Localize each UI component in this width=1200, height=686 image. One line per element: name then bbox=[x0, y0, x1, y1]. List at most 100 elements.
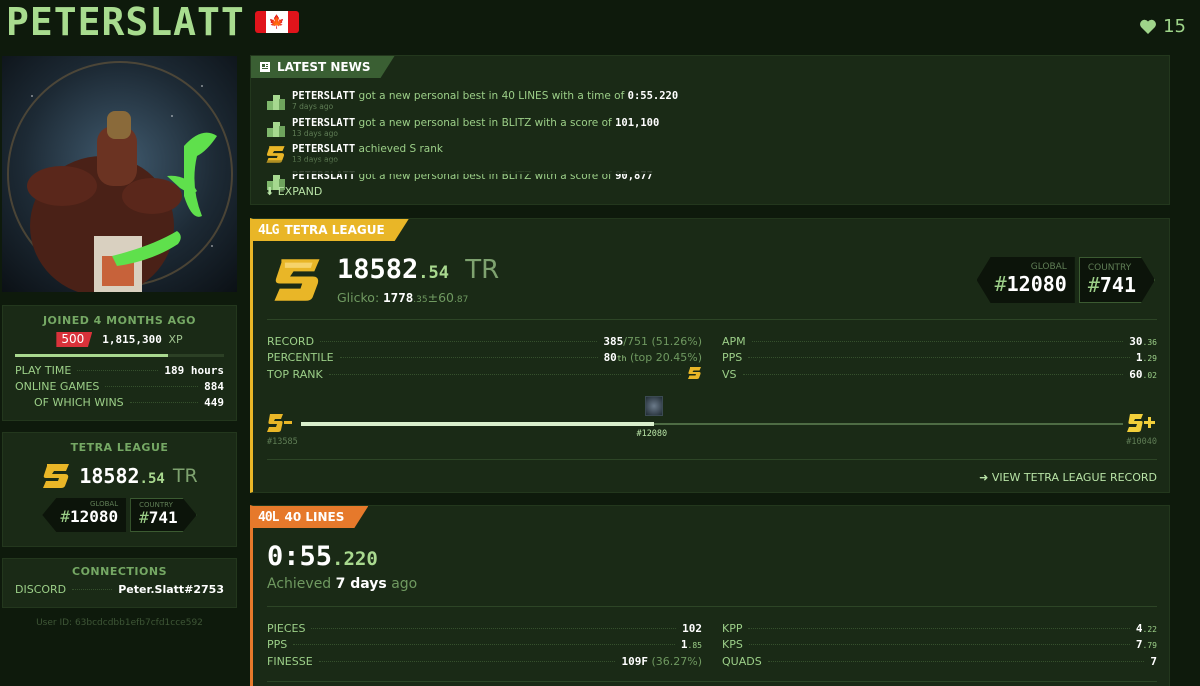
stat-value-dec: .02 bbox=[1142, 370, 1157, 380]
league-mode-icon: 4LG bbox=[258, 222, 279, 238]
news-user[interactable]: PETERSLATT bbox=[292, 117, 355, 129]
stat-value-dec: .36 bbox=[1142, 337, 1157, 347]
league-country-label: COUNTRY bbox=[1087, 263, 1132, 273]
stat-row: RECORD 385/751 (51.26%) bbox=[267, 333, 702, 350]
avatar-image bbox=[7, 61, 233, 292]
stat-row: FINESSE 109F (36.27%) bbox=[267, 653, 702, 670]
expand-label: EXPAND bbox=[277, 185, 323, 198]
stat-value: 30.36 bbox=[1129, 335, 1157, 348]
s-plus-rank-icon bbox=[1127, 414, 1155, 432]
xp-progress-fill bbox=[15, 354, 168, 357]
latest-news-card: LATEST NEWS PETERSLATT got a new persona… bbox=[250, 55, 1170, 205]
league-summary-heading: TETRA LEAGUE bbox=[70, 441, 169, 454]
canada-flag-icon: 🍁 bbox=[254, 11, 299, 33]
stat-label: PERCENTILE bbox=[267, 351, 334, 365]
news-mode: BLITZ bbox=[501, 116, 532, 129]
sprint-stats: PIECES 102 PPS 1.85 FINESSE 109F (36.27%) KPP… bbox=[267, 620, 1157, 670]
sprint-tag: 40L 40 LINES bbox=[250, 506, 368, 528]
view-league-record-link[interactable]: ➜ VIEW TETRA LEAGUE RECORD bbox=[979, 471, 1157, 484]
stat-value: 109F (36.27%) bbox=[621, 655, 702, 668]
s-minus-rank-icon bbox=[267, 414, 292, 432]
xp-value: 1,815,300 XP bbox=[102, 333, 182, 346]
stat-value: 4.22 bbox=[1136, 622, 1157, 635]
stat-label: PPS bbox=[267, 638, 288, 652]
news-item[interactable]: PETERSLATT got a new personal best in 40… bbox=[265, 90, 1155, 117]
league-summary-placements: GLOBAL #12080 COUNTRY #741 bbox=[13, 498, 226, 532]
glicko-int: 1778 bbox=[383, 290, 414, 305]
sprint-time: 0:55.220 bbox=[267, 541, 378, 572]
league-summary-panel[interactable]: TETRA LEAGUE 18582.54 TR GLOBAL #12080 C… bbox=[2, 432, 237, 547]
tetra-league-card: 4LG TETRA LEAGUE 18582.54 TR Glicko: 177… bbox=[250, 218, 1170, 493]
rd-dec: .87 bbox=[453, 295, 469, 305]
achieved-suffix: ago bbox=[386, 576, 418, 592]
heart-icon bbox=[1140, 19, 1157, 34]
news-text-tail: rank bbox=[416, 143, 443, 155]
dotted-leader bbox=[767, 660, 1145, 662]
dotted-leader bbox=[318, 660, 616, 662]
news-text-mid: got a new personal best in bbox=[355, 116, 502, 129]
league-tr: 18582.54 TR bbox=[337, 255, 499, 288]
stat-value-dec: .85 bbox=[687, 641, 702, 651]
user-id: User ID: 63bcdcdbb1efb7cfd1cce592 bbox=[36, 618, 203, 628]
profile-stat-value: 189 hours bbox=[164, 363, 224, 377]
news-item-body: PETERSLATT got a new personal best in 40… bbox=[292, 90, 678, 117]
dotted-leader bbox=[320, 340, 598, 342]
sprint-divider-bottom bbox=[267, 681, 1157, 682]
expand-news-button[interactable]: ⬇ EXPAND bbox=[265, 185, 322, 198]
stat-value-int: 4 bbox=[1135, 621, 1143, 635]
profile-stat-row: OF WHICH WINS 449 bbox=[15, 394, 224, 410]
stat-row: VS 60.02 bbox=[722, 366, 1157, 383]
news-user[interactable]: PETERSLATT bbox=[292, 143, 355, 155]
avatar[interactable] bbox=[2, 56, 237, 292]
stat-value: 80th (top 20.45%) bbox=[604, 351, 702, 364]
profile-stat-label: PLAY TIME bbox=[15, 363, 72, 377]
prev-rank-position: #13585 bbox=[267, 437, 298, 447]
news-value: 0:55.220 bbox=[627, 90, 679, 102]
trophy-icon bbox=[267, 95, 285, 110]
dotted-leader bbox=[748, 644, 1130, 646]
news-text-mid: achieved bbox=[355, 143, 410, 155]
trophy-icon bbox=[267, 121, 285, 137]
arrow-right-icon: ➜ bbox=[979, 471, 989, 484]
connections-panel: CONNECTIONS DISCORD Peter.Slatt#2753 bbox=[2, 558, 237, 608]
news-mode: 40 LINES bbox=[501, 90, 549, 102]
stat-value: 7.79 bbox=[1136, 638, 1157, 651]
sprint-time-dec: .220 bbox=[332, 548, 378, 570]
profile-stat-label: ONLINE GAMES bbox=[15, 379, 100, 393]
profile-stat-value: 884 bbox=[204, 379, 224, 393]
stat-label: APM bbox=[722, 334, 746, 348]
league-stats-left: RECORD 385/751 (51.26%) PERCENTILE 80th (to… bbox=[267, 333, 702, 383]
league-stats-right: APM 30.36 PPS 1.29 VS 60.02 bbox=[722, 333, 1157, 383]
xp-progress-bar bbox=[15, 354, 224, 357]
dotted-leader bbox=[311, 627, 677, 629]
stat-value-extra: (top 20.45%) bbox=[626, 351, 702, 365]
news-item[interactable]: PETERSLATT got a new personal best in BL… bbox=[265, 117, 1155, 144]
discord-label: DISCORD bbox=[15, 582, 67, 596]
dotted-leader bbox=[129, 401, 199, 403]
achieved-prefix: Achieved bbox=[267, 576, 336, 592]
discord-connection[interactable]: DISCORD Peter.Slatt#2753 bbox=[15, 581, 224, 597]
sprint-achieved: Achieved 7 days ago bbox=[267, 576, 417, 592]
xp-row: 500 1,815,300 XP bbox=[15, 332, 224, 347]
stat-row: TOP RANK bbox=[267, 366, 702, 383]
news-value: 101,100 bbox=[615, 116, 660, 129]
news-user[interactable]: PETERSLATT bbox=[292, 90, 355, 102]
level-badge: 500 bbox=[56, 332, 93, 347]
dotted-leader bbox=[105, 385, 199, 387]
supporter-count-value: 15 bbox=[1163, 16, 1186, 37]
stat-label: PPS bbox=[722, 351, 743, 365]
supporter-count[interactable]: 15 bbox=[1139, 16, 1186, 37]
stat-value-main: 7 bbox=[1150, 654, 1157, 668]
s-rank-icon bbox=[688, 366, 701, 379]
xp-unit: XP bbox=[168, 333, 183, 346]
league-global-value: 12080 bbox=[1006, 272, 1067, 296]
sprint-title: 40 LINES bbox=[284, 510, 345, 524]
league-placements: GLOBAL #12080 COUNTRY #741 bbox=[976, 257, 1155, 303]
sprint-time-int: 0:55 bbox=[267, 541, 333, 572]
news-text-tail: with a time of bbox=[548, 90, 628, 102]
sprint-stats-right: KPP 4.22 KPS 7.79 QUADS 7 bbox=[722, 620, 1157, 670]
rank-progress-fill bbox=[301, 422, 655, 426]
stat-value-extra: (36.27%) bbox=[647, 654, 702, 668]
news-tag: LATEST NEWS bbox=[251, 56, 395, 78]
profile-header: PETERSLATT 🍁 bbox=[6, 0, 299, 44]
